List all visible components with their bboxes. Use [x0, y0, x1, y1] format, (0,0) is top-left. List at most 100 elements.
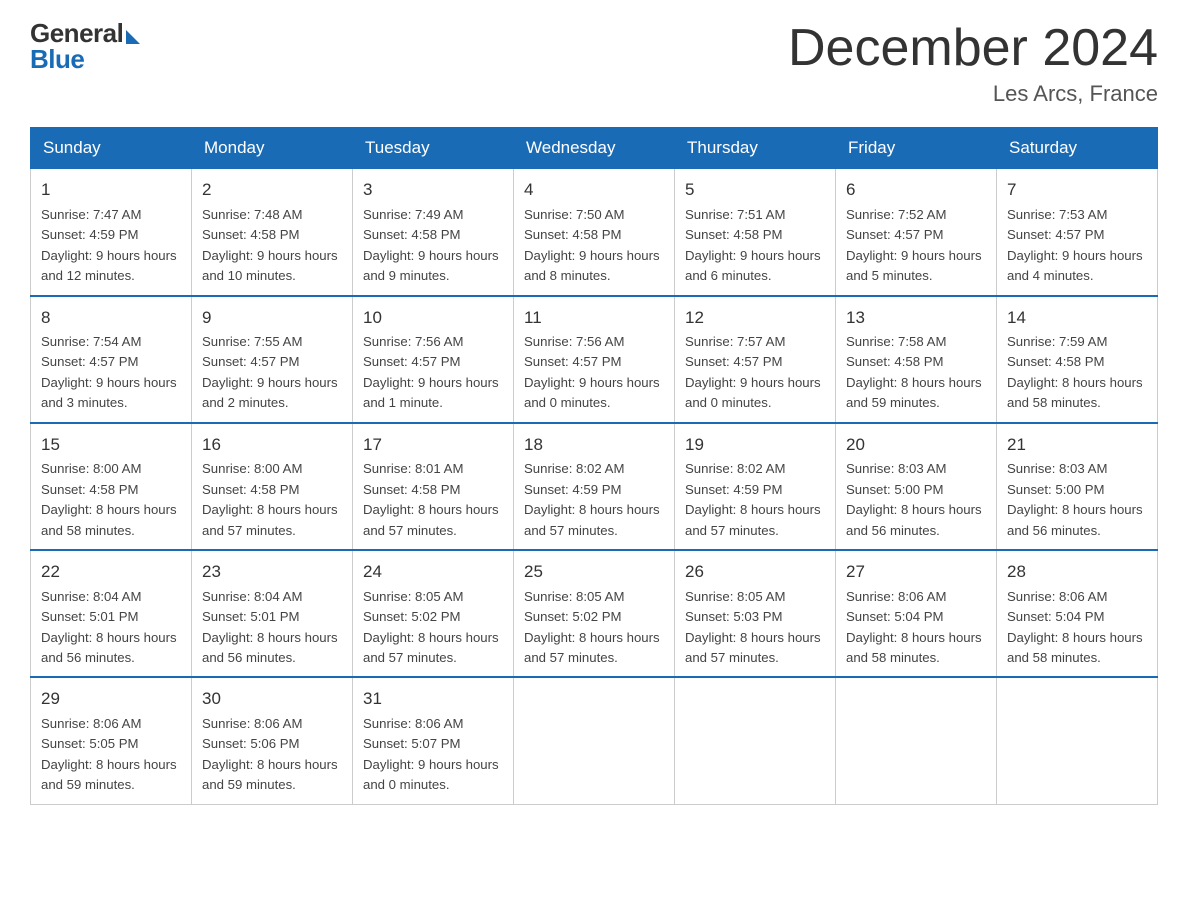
day-info: Sunrise: 7:50 AMSunset: 4:58 PMDaylight:… [524, 207, 660, 283]
header-sunday: Sunday [31, 128, 192, 169]
day-info: Sunrise: 8:02 AMSunset: 4:59 PMDaylight:… [524, 461, 660, 537]
calendar-day-cell: 15 Sunrise: 8:00 AMSunset: 4:58 PMDaylig… [31, 423, 192, 550]
calendar-day-cell: 1 Sunrise: 7:47 AMSunset: 4:59 PMDayligh… [31, 169, 192, 296]
title-area: December 2024 Les Arcs, France [788, 20, 1158, 107]
location: Les Arcs, France [788, 81, 1158, 107]
calendar-day-cell: 11 Sunrise: 7:56 AMSunset: 4:57 PMDaylig… [514, 296, 675, 423]
day-number: 21 [1007, 432, 1147, 458]
calendar-week-row: 1 Sunrise: 7:47 AMSunset: 4:59 PMDayligh… [31, 169, 1158, 296]
day-number: 8 [41, 305, 181, 331]
calendar-day-cell: 12 Sunrise: 7:57 AMSunset: 4:57 PMDaylig… [675, 296, 836, 423]
day-info: Sunrise: 7:55 AMSunset: 4:57 PMDaylight:… [202, 334, 338, 410]
day-number: 6 [846, 177, 986, 203]
logo-blue: Blue [30, 46, 140, 72]
day-number: 12 [685, 305, 825, 331]
day-number: 23 [202, 559, 342, 585]
calendar-day-cell: 16 Sunrise: 8:00 AMSunset: 4:58 PMDaylig… [192, 423, 353, 550]
day-number: 7 [1007, 177, 1147, 203]
day-number: 30 [202, 686, 342, 712]
calendar-day-cell: 2 Sunrise: 7:48 AMSunset: 4:58 PMDayligh… [192, 169, 353, 296]
calendar-day-cell: 28 Sunrise: 8:06 AMSunset: 5:04 PMDaylig… [997, 550, 1158, 677]
day-number: 5 [685, 177, 825, 203]
header-friday: Friday [836, 128, 997, 169]
calendar-day-cell: 23 Sunrise: 8:04 AMSunset: 5:01 PMDaylig… [192, 550, 353, 677]
day-number: 26 [685, 559, 825, 585]
day-info: Sunrise: 8:06 AMSunset: 5:04 PMDaylight:… [1007, 589, 1143, 665]
day-info: Sunrise: 8:06 AMSunset: 5:06 PMDaylight:… [202, 716, 338, 792]
calendar-day-cell: 26 Sunrise: 8:05 AMSunset: 5:03 PMDaylig… [675, 550, 836, 677]
day-info: Sunrise: 8:03 AMSunset: 5:00 PMDaylight:… [1007, 461, 1143, 537]
day-info: Sunrise: 7:49 AMSunset: 4:58 PMDaylight:… [363, 207, 499, 283]
calendar-week-row: 29 Sunrise: 8:06 AMSunset: 5:05 PMDaylig… [31, 677, 1158, 804]
calendar-day-cell: 19 Sunrise: 8:02 AMSunset: 4:59 PMDaylig… [675, 423, 836, 550]
calendar-day-cell: 29 Sunrise: 8:06 AMSunset: 5:05 PMDaylig… [31, 677, 192, 804]
calendar-day-cell: 8 Sunrise: 7:54 AMSunset: 4:57 PMDayligh… [31, 296, 192, 423]
day-number: 15 [41, 432, 181, 458]
day-info: Sunrise: 7:53 AMSunset: 4:57 PMDaylight:… [1007, 207, 1143, 283]
calendar-day-cell: 13 Sunrise: 7:58 AMSunset: 4:58 PMDaylig… [836, 296, 997, 423]
day-info: Sunrise: 7:54 AMSunset: 4:57 PMDaylight:… [41, 334, 177, 410]
calendar-day-cell [514, 677, 675, 804]
day-number: 11 [524, 305, 664, 331]
day-number: 29 [41, 686, 181, 712]
day-info: Sunrise: 8:05 AMSunset: 5:02 PMDaylight:… [363, 589, 499, 665]
calendar-day-cell: 18 Sunrise: 8:02 AMSunset: 4:59 PMDaylig… [514, 423, 675, 550]
month-title: December 2024 [788, 20, 1158, 77]
calendar-table: Sunday Monday Tuesday Wednesday Thursday… [30, 127, 1158, 805]
calendar-day-cell [997, 677, 1158, 804]
day-info: Sunrise: 7:57 AMSunset: 4:57 PMDaylight:… [685, 334, 821, 410]
day-info: Sunrise: 8:00 AMSunset: 4:58 PMDaylight:… [41, 461, 177, 537]
day-info: Sunrise: 8:06 AMSunset: 5:04 PMDaylight:… [846, 589, 982, 665]
header-saturday: Saturday [997, 128, 1158, 169]
calendar-day-cell: 30 Sunrise: 8:06 AMSunset: 5:06 PMDaylig… [192, 677, 353, 804]
day-number: 27 [846, 559, 986, 585]
calendar-day-cell: 25 Sunrise: 8:05 AMSunset: 5:02 PMDaylig… [514, 550, 675, 677]
calendar-day-cell: 21 Sunrise: 8:03 AMSunset: 5:00 PMDaylig… [997, 423, 1158, 550]
day-number: 10 [363, 305, 503, 331]
logo: General Blue [30, 20, 140, 72]
calendar-day-cell: 3 Sunrise: 7:49 AMSunset: 4:58 PMDayligh… [353, 169, 514, 296]
day-info: Sunrise: 7:59 AMSunset: 4:58 PMDaylight:… [1007, 334, 1143, 410]
day-number: 13 [846, 305, 986, 331]
header-monday: Monday [192, 128, 353, 169]
calendar-week-row: 22 Sunrise: 8:04 AMSunset: 5:01 PMDaylig… [31, 550, 1158, 677]
logo-general: General [30, 20, 140, 46]
day-number: 17 [363, 432, 503, 458]
calendar-day-cell: 7 Sunrise: 7:53 AMSunset: 4:57 PMDayligh… [997, 169, 1158, 296]
day-info: Sunrise: 7:58 AMSunset: 4:58 PMDaylight:… [846, 334, 982, 410]
day-number: 20 [846, 432, 986, 458]
calendar-day-cell: 27 Sunrise: 8:06 AMSunset: 5:04 PMDaylig… [836, 550, 997, 677]
day-info: Sunrise: 8:02 AMSunset: 4:59 PMDaylight:… [685, 461, 821, 537]
day-info: Sunrise: 7:51 AMSunset: 4:58 PMDaylight:… [685, 207, 821, 283]
day-info: Sunrise: 7:48 AMSunset: 4:58 PMDaylight:… [202, 207, 338, 283]
days-header-row: Sunday Monday Tuesday Wednesday Thursday… [31, 128, 1158, 169]
calendar-day-cell: 10 Sunrise: 7:56 AMSunset: 4:57 PMDaylig… [353, 296, 514, 423]
day-info: Sunrise: 8:06 AMSunset: 5:07 PMDaylight:… [363, 716, 499, 792]
day-info: Sunrise: 8:01 AMSunset: 4:58 PMDaylight:… [363, 461, 499, 537]
day-number: 16 [202, 432, 342, 458]
day-info: Sunrise: 8:04 AMSunset: 5:01 PMDaylight:… [41, 589, 177, 665]
calendar-day-cell: 22 Sunrise: 8:04 AMSunset: 5:01 PMDaylig… [31, 550, 192, 677]
header-tuesday: Tuesday [353, 128, 514, 169]
day-number: 31 [363, 686, 503, 712]
day-number: 1 [41, 177, 181, 203]
calendar-day-cell [836, 677, 997, 804]
day-number: 2 [202, 177, 342, 203]
calendar-day-cell: 31 Sunrise: 8:06 AMSunset: 5:07 PMDaylig… [353, 677, 514, 804]
day-number: 25 [524, 559, 664, 585]
day-number: 4 [524, 177, 664, 203]
page-header: General Blue December 2024 Les Arcs, Fra… [30, 20, 1158, 107]
day-number: 14 [1007, 305, 1147, 331]
calendar-day-cell: 6 Sunrise: 7:52 AMSunset: 4:57 PMDayligh… [836, 169, 997, 296]
calendar-day-cell: 17 Sunrise: 8:01 AMSunset: 4:58 PMDaylig… [353, 423, 514, 550]
day-info: Sunrise: 7:52 AMSunset: 4:57 PMDaylight:… [846, 207, 982, 283]
calendar-day-cell: 4 Sunrise: 7:50 AMSunset: 4:58 PMDayligh… [514, 169, 675, 296]
header-thursday: Thursday [675, 128, 836, 169]
day-info: Sunrise: 8:05 AMSunset: 5:03 PMDaylight:… [685, 589, 821, 665]
calendar-day-cell: 9 Sunrise: 7:55 AMSunset: 4:57 PMDayligh… [192, 296, 353, 423]
header-wednesday: Wednesday [514, 128, 675, 169]
day-number: 3 [363, 177, 503, 203]
calendar-week-row: 15 Sunrise: 8:00 AMSunset: 4:58 PMDaylig… [31, 423, 1158, 550]
day-info: Sunrise: 8:04 AMSunset: 5:01 PMDaylight:… [202, 589, 338, 665]
calendar-day-cell: 24 Sunrise: 8:05 AMSunset: 5:02 PMDaylig… [353, 550, 514, 677]
